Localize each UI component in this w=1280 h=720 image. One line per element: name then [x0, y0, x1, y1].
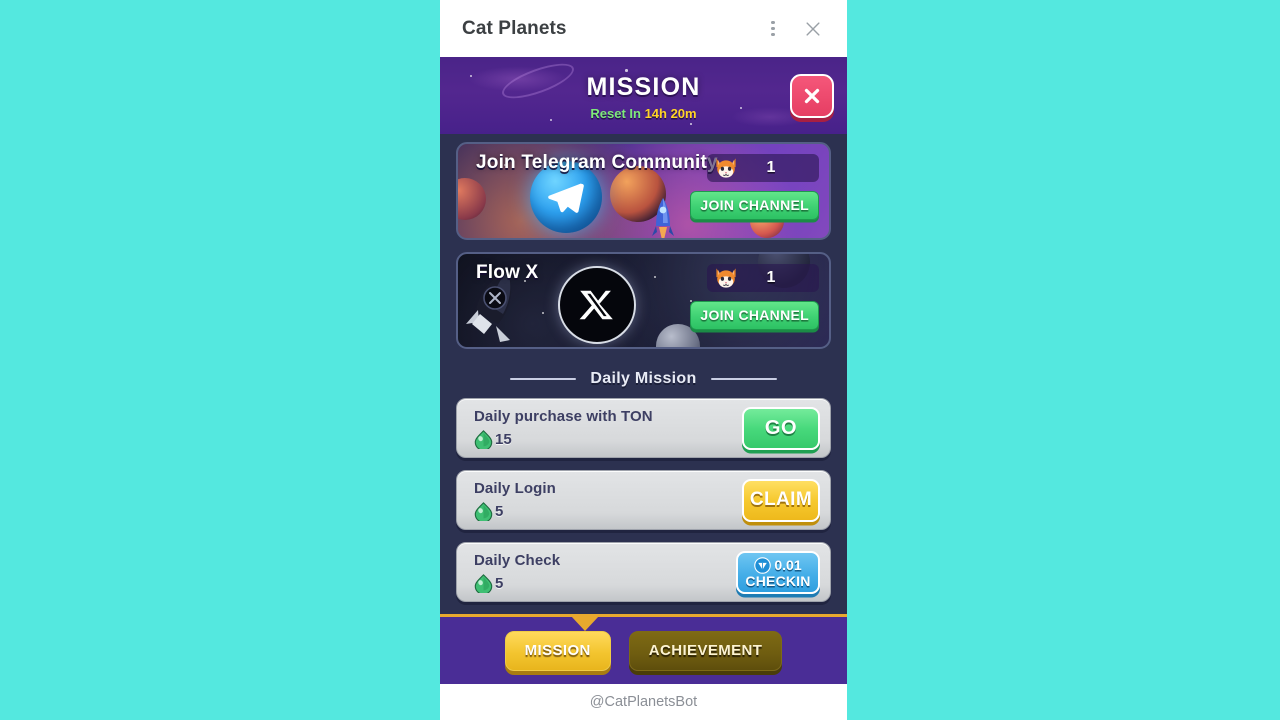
daily-reward-amount: 15 [495, 430, 512, 448]
daily-reward-amount: 5 [495, 574, 504, 592]
star-decoration [470, 75, 472, 77]
star-decoration [625, 69, 628, 72]
cat-face-icon [716, 158, 736, 178]
reset-prefix-label: Reset In [590, 105, 645, 121]
daily-mission-divider: Daily Mission [456, 370, 831, 388]
close-glyph [806, 21, 820, 36]
star-decoration [550, 119, 552, 121]
checkin-value: 0.01 [774, 557, 802, 574]
star-decoration [690, 123, 692, 125]
checkin-value-row: 0.01 [754, 556, 802, 574]
reward-pill: 1 [707, 154, 819, 182]
app-title: Cat Planets [462, 17, 567, 39]
mission-close-button[interactable] [790, 73, 834, 118]
divider-line-left [510, 378, 577, 381]
reward-amount: 1 [766, 159, 776, 176]
daily-action-claim-button[interactable]: CLAIM [742, 478, 820, 522]
checkin-label: CHECKIN [745, 572, 811, 589]
mission-header: MISSION Reset In 14h 20m [440, 57, 847, 134]
daily-mission-name: Daily purchase with TON [474, 407, 653, 425]
x-twitter-icon [558, 265, 636, 344]
browser-top-bar: Cat Planets [440, 0, 847, 57]
three-dot-menu-glyph [771, 20, 775, 37]
three-dot-menu-icon[interactable] [753, 9, 793, 49]
social-card-title: Flow X [476, 261, 539, 283]
app-footer: @CatPlanetsBot [440, 684, 847, 720]
ton-coin-icon [754, 556, 772, 574]
daily-mission-name: Daily Login [474, 479, 556, 497]
daily-mission-info: Daily Check 5 [474, 552, 736, 593]
star-decoration [542, 311, 545, 315]
bottom-tab-bar: MISSION ACHIEVEMENT [440, 614, 847, 684]
daily-mission-reward: 15 [474, 429, 742, 449]
daily-action-go-button[interactable]: GO [742, 406, 820, 450]
browser-close-icon[interactable] [793, 9, 833, 49]
gem-icon [474, 573, 493, 593]
gem-icon [474, 501, 493, 521]
star-decoration [654, 275, 656, 278]
daily-action-checkin-button[interactable]: 0.01 CHECKIN [736, 550, 820, 594]
join-channel-button[interactable]: JOIN CHANNEL [690, 191, 819, 220]
daily-mission-info: Daily Login 5 [474, 480, 742, 521]
daily-mission-row[interactable]: Daily Login 5 CLAIM [456, 470, 831, 531]
mission-reset-timer: Reset In 14h 20m [590, 106, 696, 121]
telegram-glyph [548, 183, 584, 213]
daily-mission-reward: 5 [474, 501, 742, 521]
daily-mission-name: Daily Check [474, 551, 561, 569]
bot-handle: @CatPlanetsBot [589, 694, 698, 710]
daily-mission-label: Daily Mission [590, 370, 697, 388]
daily-mission-reward: 5 [474, 573, 736, 593]
tab-achievement[interactable]: ACHIEVEMENT [628, 630, 783, 671]
x-twitter-glyph [579, 290, 613, 319]
reset-time-value: 14h 20m [644, 105, 697, 121]
gem-icon [474, 429, 493, 449]
close-icon [804, 88, 820, 103]
app-panel: Cat Planets MISSION Reset In 14h 20m Joi… [440, 0, 847, 720]
social-card-title: Join Telegram Community [476, 152, 718, 173]
reward-amount: 1 [766, 268, 776, 286]
social-mission-card-flowx[interactable]: Flow X 1 JOIN CHANNEL [456, 251, 831, 350]
game-viewport: MISSION Reset In 14h 20m Join Telegram C… [440, 57, 847, 684]
daily-mission-row[interactable]: Daily purchase with TON 15 GO [456, 398, 831, 459]
mission-list: Join Telegram Community 1 JOIN CHANNEL F… [440, 134, 847, 614]
mission-header-title: MISSION [586, 72, 701, 101]
active-tab-pointer [571, 616, 599, 631]
reward-pill: 1 [707, 263, 819, 292]
divider-line-right [710, 378, 777, 381]
rocket-decoration [652, 198, 674, 238]
star-decoration [740, 107, 742, 109]
daily-mission-info: Daily purchase with TON 15 [474, 408, 742, 449]
social-card-actions: 1 JOIN CHANNEL [687, 263, 819, 330]
daily-reward-amount: 5 [495, 502, 504, 520]
tab-mission[interactable]: MISSION [504, 630, 611, 671]
daily-mission-row[interactable]: Daily Check 5 0.01 CHECKIN [456, 542, 831, 603]
planet-decoration [458, 178, 486, 220]
social-mission-card-telegram[interactable]: Join Telegram Community 1 JOIN CHANNEL [456, 142, 831, 240]
join-channel-button[interactable]: JOIN CHANNEL [690, 300, 819, 330]
cat-face-icon [716, 268, 736, 288]
social-card-actions: 1 JOIN CHANNEL [687, 154, 819, 220]
